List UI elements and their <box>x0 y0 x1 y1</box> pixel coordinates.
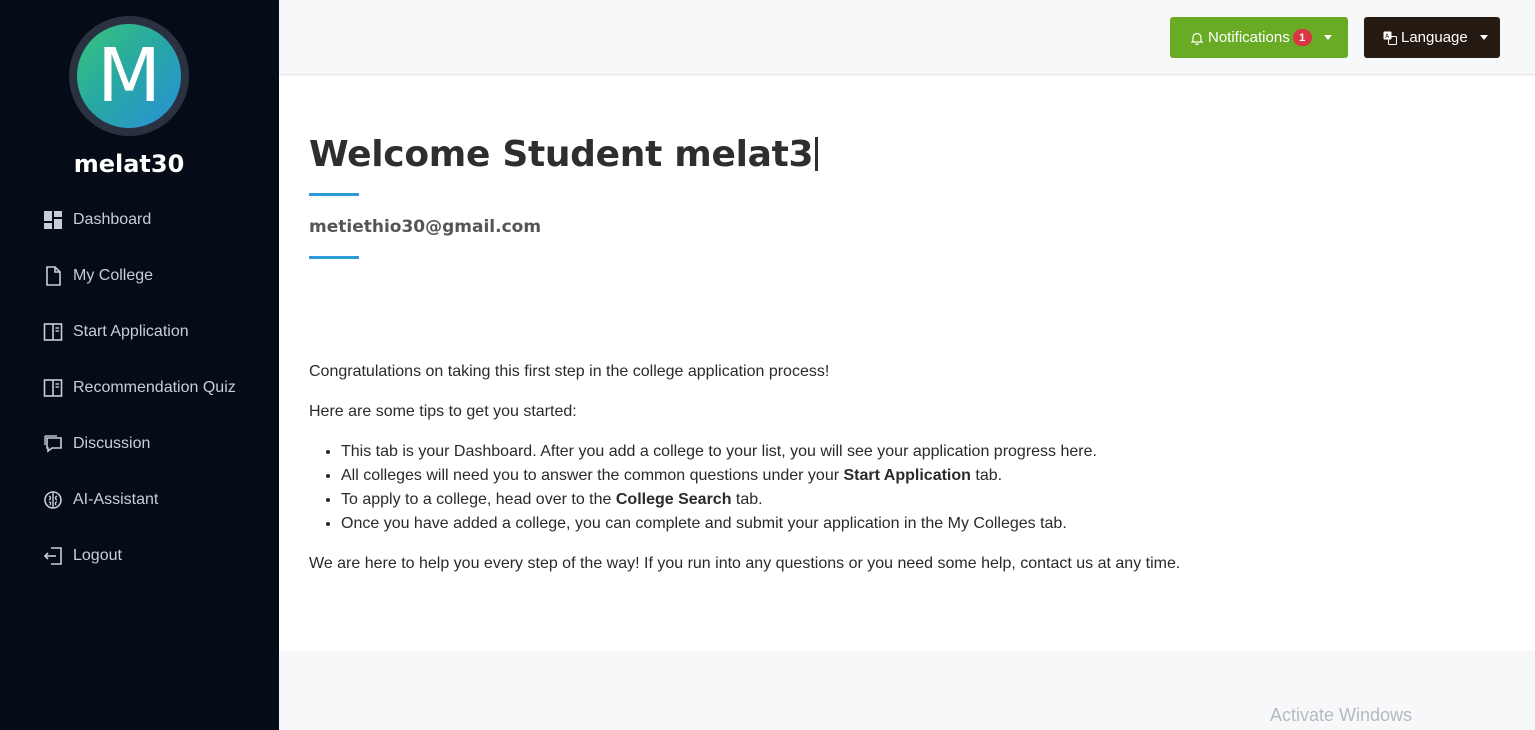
sidebar-item-recommendation-quiz[interactable]: Recommendation Quiz <box>0 360 279 416</box>
list-item: This tab is your Dashboard. After you ad… <box>341 440 1509 464</box>
sidebar: M melat30 Dashboard My College Start App… <box>0 0 279 730</box>
sidebar-item-label: AI-Assistant <box>73 491 159 508</box>
layout-icon <box>42 321 64 343</box>
tip-bold: College Search <box>615 491 732 508</box>
sidebar-item-label: Discussion <box>73 435 151 452</box>
layout-icon <box>42 377 64 399</box>
email-divider <box>309 256 359 259</box>
sidebar-item-logout[interactable]: Logout <box>0 528 279 584</box>
list-item: All colleges will need you to answer the… <box>341 464 1509 488</box>
avatar-letter: M <box>77 24 181 128</box>
dashboard-icon <box>42 209 64 231</box>
list-item: To apply to a college, head over to the … <box>341 488 1509 512</box>
sidebar-item-label: My College <box>73 267 154 284</box>
windows-activation-watermark: Activate Windows <box>1270 705 1413 725</box>
notifications-label: Notifications <box>1208 29 1290 46</box>
avatar: M <box>69 16 189 136</box>
language-button[interactable]: A Language <box>1364 17 1500 58</box>
list-item: Once you have added a college, you can c… <box>341 512 1509 536</box>
language-label: Language <box>1401 29 1468 46</box>
sidebar-item-dashboard[interactable]: Dashboard <box>0 192 279 248</box>
file-icon <box>42 265 64 287</box>
title-divider <box>309 193 359 196</box>
main-content: Welcome Student melat3 metiethio30@gmail… <box>279 76 1535 651</box>
sidebar-item-label: Start Application <box>73 323 189 340</box>
sidebar-item-label: Recommendation Quiz <box>73 379 236 396</box>
text-cursor <box>815 137 819 171</box>
welcome-body: Congratulations on taking this first ste… <box>309 360 1509 592</box>
tip-text: To apply to a college, head over to the <box>341 491 616 508</box>
tips-list: This tab is your Dashboard. After you ad… <box>341 440 1509 536</box>
sidebar-username: melat30 <box>73 150 185 178</box>
sidebar-item-discussion[interactable]: Discussion <box>0 416 279 472</box>
tip-text: Once you have added a college, you can c… <box>341 515 1067 532</box>
brain-icon <box>42 489 64 511</box>
sidebar-item-label: Logout <box>73 547 122 564</box>
notifications-count-badge: 1 <box>1292 29 1312 46</box>
chat-icon <box>42 433 64 455</box>
intro-text: Congratulations on taking this first ste… <box>309 363 830 380</box>
sidebar-item-ai-assistant[interactable]: AI-Assistant <box>0 472 279 528</box>
sidebar-nav: Dashboard My College Start Application R… <box>0 192 279 584</box>
translate-icon: A <box>1383 31 1397 45</box>
tip-text: This tab is your Dashboard. After you ad… <box>341 443 1097 460</box>
tip-text: tab. <box>970 467 1003 484</box>
tip-text: tab. <box>731 491 763 508</box>
tips-heading: Here are some tips to get you started: <box>309 403 577 420</box>
user-email: metiethio30@gmail.com <box>309 217 542 237</box>
chevron-down-icon <box>1323 35 1332 40</box>
page-title: Welcome Student melat3 <box>309 134 819 175</box>
bell-icon <box>1190 32 1204 45</box>
closing-text: We are here to help you every step of th… <box>309 555 1181 572</box>
tip-text: All colleges will need you to answer the… <box>341 467 844 484</box>
sidebar-item-label: Dashboard <box>73 211 152 228</box>
logout-icon <box>42 545 64 567</box>
sidebar-item-my-college[interactable]: My College <box>0 248 279 304</box>
notifications-button[interactable]: Notifications 1 <box>1170 17 1348 58</box>
sidebar-item-start-application[interactable]: Start Application <box>0 304 279 360</box>
top-bar: Notifications 1 A Language <box>279 0 1535 75</box>
chevron-down-icon <box>1479 35 1488 40</box>
tip-bold: Start Application <box>843 467 971 484</box>
welcome-text: Welcome Student melat3 <box>309 134 814 175</box>
